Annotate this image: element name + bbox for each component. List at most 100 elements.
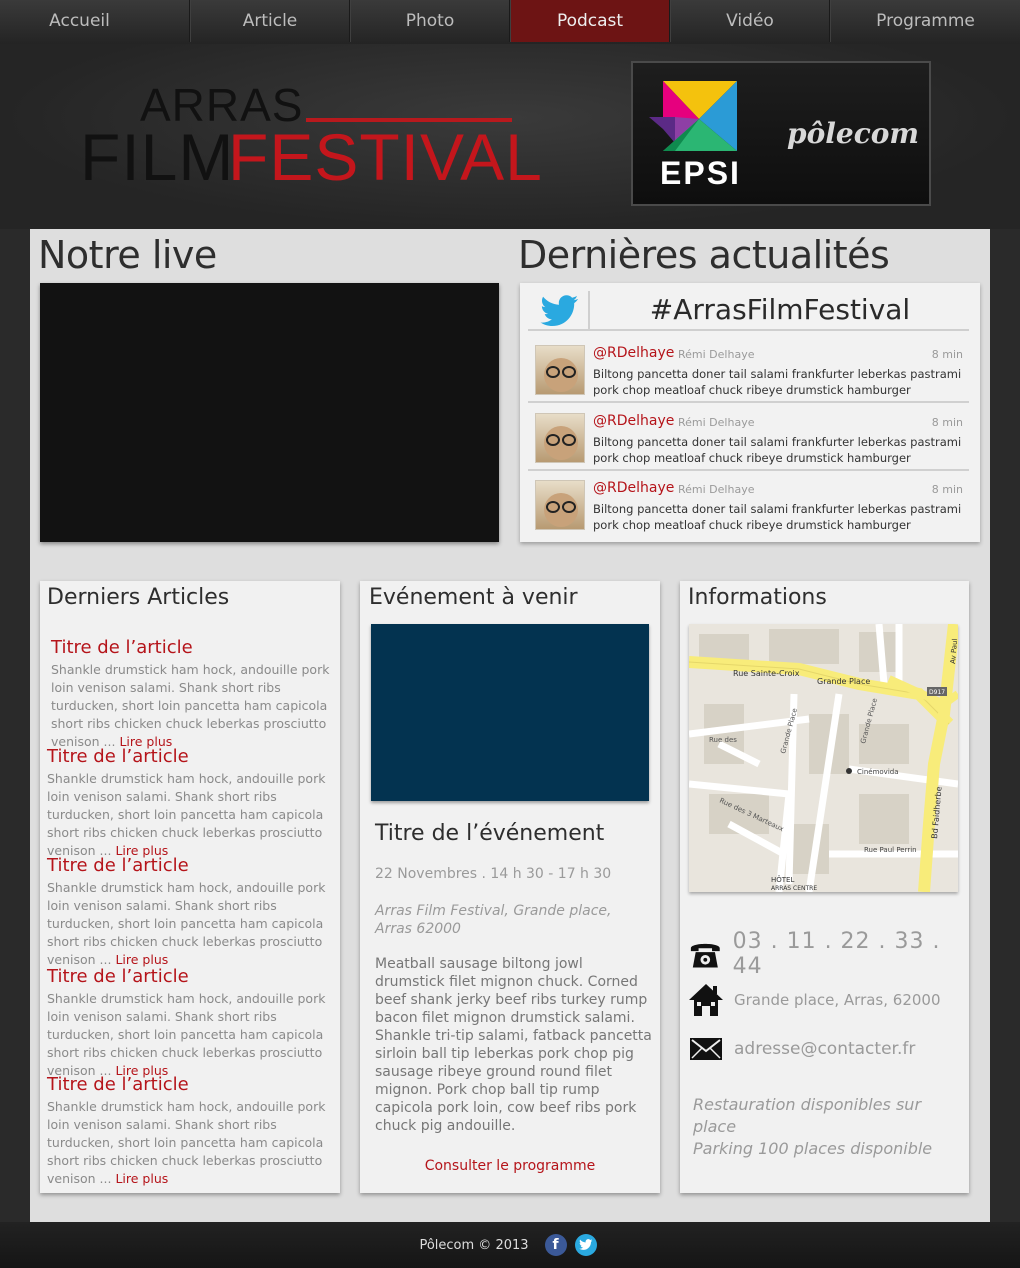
email-link[interactable]: adresse@contacter.fr xyxy=(734,1039,915,1059)
article-item: Titre de l’article Shankle drumstick ham… xyxy=(47,855,339,969)
live-title: Notre live xyxy=(38,233,217,277)
info-notes: Restauration disponibles sur place Parki… xyxy=(693,1094,969,1160)
tweet-author-name: Rémi Delhaye xyxy=(678,483,755,496)
article-excerpt-text: Shankle drumstick ham hock, andouille po… xyxy=(47,1099,326,1186)
article-excerpt: Shankle drumstick ham hock, andouille po… xyxy=(51,661,339,751)
map-label-cinemovida: Cinémovida xyxy=(857,768,899,776)
twitter-bird-small-icon xyxy=(578,1239,592,1250)
info-title: Informations xyxy=(688,585,827,610)
facebook-icon[interactable]: f xyxy=(544,1234,567,1256)
envelope-icon xyxy=(690,1038,722,1060)
house-icon xyxy=(689,984,723,1016)
tweet-time: 8 min xyxy=(931,416,963,429)
tweet-text: Biltong pancetta doner tail salami frank… xyxy=(593,367,962,397)
article-excerpt-text: Shankle drumstick ham hock, andouille po… xyxy=(47,880,326,967)
logo-film-text: FILM xyxy=(80,120,235,194)
tweet-username[interactable]: @RDelhaye xyxy=(593,480,674,496)
map-label-av-paul: Av Paul xyxy=(949,638,958,664)
tweet-item[interactable]: @RDelhaye Rémi Delhaye 8 min Biltong pan… xyxy=(528,405,969,471)
nav-item-accueil[interactable]: Accueil xyxy=(0,0,190,42)
article-item: Titre de l’article Shankle drumstick ham… xyxy=(47,966,339,1080)
avatar[interactable] xyxy=(535,480,585,530)
article-excerpt: Shankle drumstick ham hock, andouille po… xyxy=(47,770,339,860)
address-row: Grande place, Arras, 62000 xyxy=(688,982,941,1018)
polecom-label: pôlecom xyxy=(787,117,920,150)
articles-title: Derniers Articles xyxy=(47,585,230,610)
twitter-feed-header: #ArrasFilmFestival xyxy=(528,289,969,331)
hashtag-label[interactable]: #ArrasFilmFestival xyxy=(590,293,970,326)
tweet-username[interactable]: @RDelhaye xyxy=(593,345,674,361)
live-video-player[interactable] xyxy=(40,283,499,542)
event-card: Evénement à venir Titre de l’événement 2… xyxy=(360,581,660,1193)
article-excerpt-text: Shankle drumstick ham hock, andouille po… xyxy=(51,662,330,749)
article-title[interactable]: Titre de l’article xyxy=(47,746,339,767)
avatar[interactable] xyxy=(535,345,585,395)
info-card: Informations Rue Sainte-Croix Grande Pla… xyxy=(680,581,969,1193)
phone-row: 03 . 11 . 22 . 33 . 44 xyxy=(688,929,969,979)
nav-item-photo[interactable]: Photo xyxy=(350,0,510,42)
tweet-author-name: Rémi Delhaye xyxy=(678,416,755,429)
address-text: Grande place, Arras, 62000 xyxy=(734,991,941,1009)
read-more-link[interactable]: Lire plus xyxy=(115,952,168,967)
article-item: Titre de l’article Shankle drumstick ham… xyxy=(47,1074,339,1188)
article-item: Titre de l’article Shankle drumstick ham… xyxy=(47,746,339,860)
sponsor-banner[interactable]: EPSI pôlecom xyxy=(631,61,931,206)
tweet-author-name: Rémi Delhaye xyxy=(678,348,755,361)
event-image[interactable] xyxy=(371,624,649,801)
map-label-arras-centre: ARRAS CENTRE xyxy=(771,885,817,892)
tweet-item[interactable]: @RDelhaye Rémi Delhaye 8 min Biltong pan… xyxy=(528,472,969,538)
map-label-d917: D917 xyxy=(929,689,945,696)
tweet-text: Biltong pancetta doner tail salami frank… xyxy=(593,502,962,532)
twitter-feed: #ArrasFilmFestival @RDelhaye Rémi Delhay… xyxy=(520,283,980,542)
article-excerpt: Shankle drumstick ham hock, andouille po… xyxy=(47,990,339,1080)
article-title[interactable]: Titre de l’article xyxy=(47,1074,339,1095)
article-excerpt: Shankle drumstick ham hock, andouille po… xyxy=(47,879,339,969)
footer-copyright: Pôlecom © 2013 xyxy=(419,1237,529,1253)
epsi-label: EPSI xyxy=(660,155,741,191)
map-label-hotel: HÔTEL xyxy=(771,875,794,884)
nav-item-video[interactable]: Vidéo xyxy=(670,0,830,42)
read-more-link[interactable]: Lire plus xyxy=(115,1171,168,1186)
event-description: Meatball sausage biltong jowl drumstick … xyxy=(375,956,652,1134)
email-row: adresse@contacter.fr xyxy=(688,1031,915,1067)
main-nav: Accueil Article Photo Podcast Vidéo Prog… xyxy=(0,0,1020,44)
event-title[interactable]: Titre de l’événement xyxy=(375,821,604,846)
tweet-time: 8 min xyxy=(931,348,963,361)
event-section-title: Evénement à venir xyxy=(369,585,578,610)
articles-card: Derniers Articles Titre de l’article Sha… xyxy=(40,581,340,1193)
map-label-grande-place: Grande Place xyxy=(817,677,870,686)
avatar[interactable] xyxy=(535,413,585,463)
news-title: Dernières actualités xyxy=(518,233,890,277)
site-header: ARRAS FILM FESTIVAL EPSI pôlecom xyxy=(0,44,1020,229)
article-title[interactable]: Titre de l’article xyxy=(47,855,339,876)
map-label-rue-sainte-croix: Rue Sainte-Croix xyxy=(733,669,800,678)
note-parking: Parking 100 places disponible xyxy=(693,1139,933,1158)
article-title[interactable]: Titre de l’article xyxy=(47,966,339,987)
main-content: Notre live Dernières actualités #ArrasFi… xyxy=(30,229,990,1222)
nav-item-article[interactable]: Article xyxy=(190,0,350,42)
telephone-icon xyxy=(690,943,720,968)
tweet-item[interactable]: @RDelhaye Rémi Delhaye 8 min Biltong pan… xyxy=(528,337,969,403)
event-date: 22 Novembres . 14 h 30 - 17 h 30 xyxy=(375,866,612,882)
article-item: Titre de l’article Shankle drumstick ham… xyxy=(51,637,339,751)
tweet-username[interactable]: @RDelhaye xyxy=(593,413,674,429)
tweet-time: 8 min xyxy=(931,483,963,496)
location-map[interactable]: Rue Sainte-Croix Grande Place Grande Pla… xyxy=(689,624,958,892)
map-label-rue-paul-perrin: Rue Paul Perrin xyxy=(864,846,917,854)
event-place: Arras Film Festival, Grande place, Arras… xyxy=(375,903,612,937)
article-excerpt-text: Shankle drumstick ham hock, andouille po… xyxy=(47,991,326,1078)
twitter-bird-icon[interactable] xyxy=(540,295,580,329)
article-excerpt-text: Shankle drumstick ham hock, andouille po… xyxy=(47,771,326,858)
nav-item-programme[interactable]: Programme xyxy=(830,0,1020,42)
article-title[interactable]: Titre de l’article xyxy=(51,637,339,658)
note-restauration: Restauration disponibles sur place xyxy=(693,1095,922,1136)
tweet-text: Biltong pancetta doner tail salami frank… xyxy=(593,435,962,465)
map-graphic: Rue Sainte-Croix Grande Place Grande Pla… xyxy=(689,624,958,892)
map-label-rue-des: Rue des xyxy=(709,736,737,744)
twitter-icon[interactable] xyxy=(574,1234,597,1256)
site-footer: Pôlecom © 2013 f xyxy=(0,1222,1020,1268)
article-excerpt: Shankle drumstick ham hock, andouille po… xyxy=(47,1098,339,1188)
program-link[interactable]: Consulter le programme xyxy=(360,1158,660,1174)
nav-item-podcast[interactable]: Podcast xyxy=(510,0,670,42)
phone-number[interactable]: 03 . 11 . 22 . 33 . 44 xyxy=(733,929,969,979)
